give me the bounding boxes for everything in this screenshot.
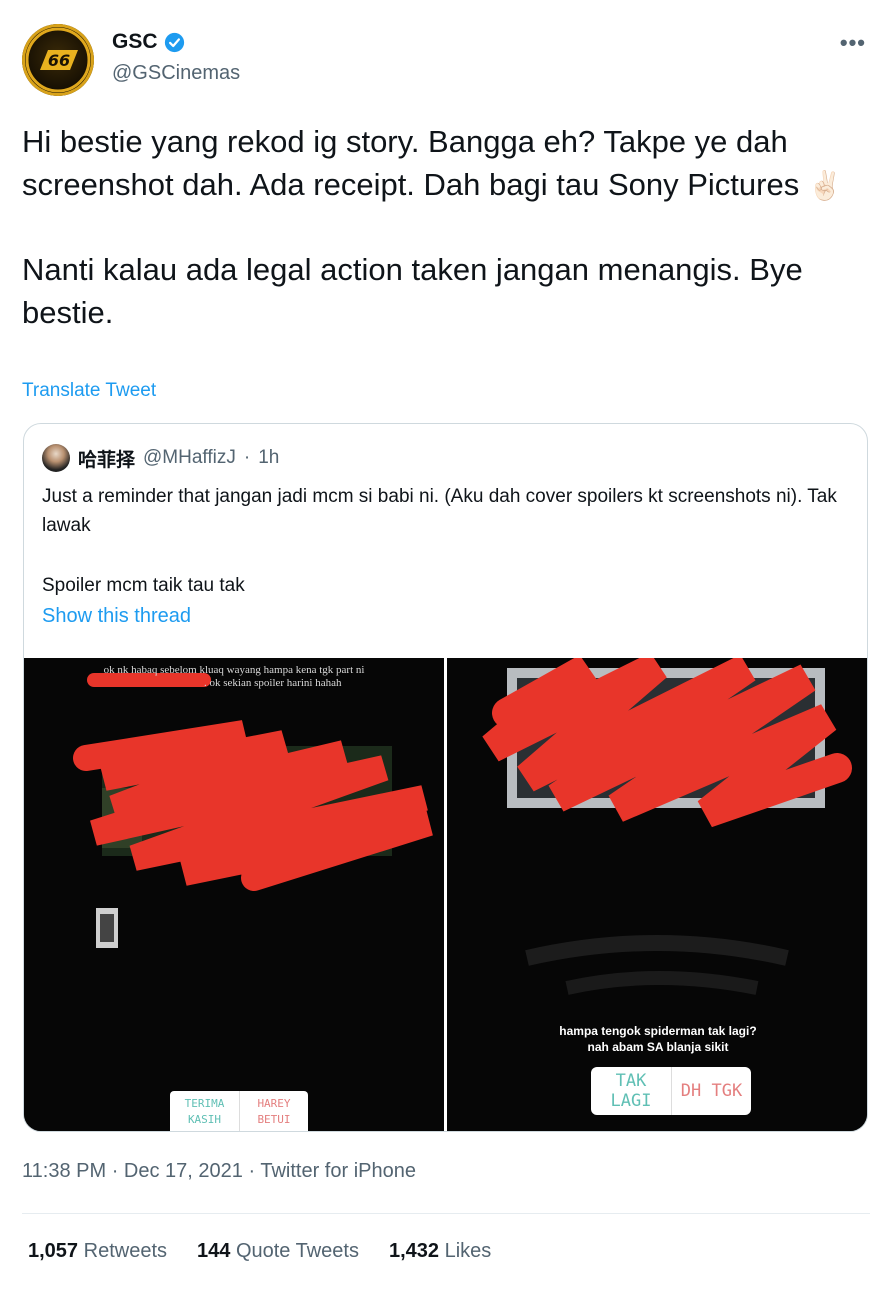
tweet-paragraph: Hi bestie yang rekod ig story. Bangga eh… <box>22 124 843 202</box>
author-handle[interactable]: @GSCinemas <box>112 62 240 85</box>
quoted-time[interactable]: 1h <box>258 447 279 469</box>
story-poll-sticker: TERIMA KASIH HAREY BETUI <box>170 1091 308 1131</box>
victory-hand-emoji-icon: ✌🏻 <box>807 170 843 201</box>
quoted-paragraph: Spoiler mcm taik tau tak <box>42 575 245 596</box>
image-caption-line: ok nk habaq sebelom kluaq wayang hampa k… <box>103 664 365 676</box>
gsc-logo-icon: 66 <box>25 27 91 93</box>
poll-option-2: HAREY BETUI <box>257 1097 291 1126</box>
quoted-author-handle[interactable]: @MHaffizJ <box>143 447 236 469</box>
author-avatar[interactable]: 66 <box>22 24 94 96</box>
quoted-tweet-text: Just a reminder that jangan jadi mcm si … <box>42 482 842 600</box>
more-options-icon[interactable]: ••• <box>840 30 866 56</box>
svg-text:66: 66 <box>48 51 70 70</box>
tweet-stats: 1,057 Retweets 144 Quote Tweets 1,432 Li… <box>28 1240 491 1263</box>
verified-badge-icon <box>164 32 184 52</box>
divider <box>22 1213 870 1214</box>
quoted-tweet-header: 哈菲择 @MHaffizJ · 1h <box>42 444 279 472</box>
translate-tweet-link[interactable]: Translate Tweet <box>22 380 156 402</box>
tweet-source[interactable]: Twitter for iPhone <box>260 1160 416 1182</box>
separator-dot: · <box>243 447 251 468</box>
separator-dot: · <box>111 1160 119 1182</box>
tweet-date[interactable]: Dec 17, 2021 <box>124 1160 243 1182</box>
quote-tweets-stat[interactable]: 144 Quote Tweets <box>197 1240 359 1263</box>
author-name-row[interactable]: GSC <box>112 30 185 54</box>
poll-option-2: DH TGK <box>680 1081 743 1101</box>
story-poll-sticker: TAK LAGI DH TGK <box>591 1067 751 1115</box>
tweet-text: Hi bestie yang rekod ig story. Bangga eh… <box>22 120 872 334</box>
quoted-tweet[interactable]: 哈菲择 @MHaffizJ · 1h Just a reminder that … <box>23 423 868 1132</box>
redacted-screenshot-left <box>24 658 444 1131</box>
show-thread-link[interactable]: Show this thread <box>42 605 191 628</box>
image-caption-line: hampa tengok spiderman tak lagi? <box>559 1024 757 1038</box>
image-caption-line: . ok sekian spoiler harini hahah <box>204 677 342 689</box>
quoted-image-right[interactable]: hampa tengok spiderman tak lagi? nah aba… <box>447 658 867 1131</box>
poll-option-1: TERIMA KASIH <box>184 1097 225 1126</box>
tweet-paragraph: Nanti kalau ada legal action taken janga… <box>22 252 803 330</box>
quoted-paragraph: Just a reminder that jangan jadi mcm si … <box>42 486 837 536</box>
tweet-timestamp: 11:38 PM · Dec 17, 2021 · Twitter for iP… <box>22 1160 416 1183</box>
quoted-author-name[interactable]: 哈菲择 <box>78 445 135 472</box>
redacted-screenshot-right <box>447 658 867 1131</box>
separator-dot: · <box>248 1160 256 1182</box>
quoted-author-avatar[interactable] <box>42 444 70 472</box>
quoted-image-left[interactable]: ok nk habaq sebelom kluaq wayang hampa k… <box>24 658 444 1131</box>
tweet-time[interactable]: 11:38 PM <box>22 1160 106 1182</box>
author-name[interactable]: GSC <box>112 30 158 54</box>
poll-option-1: TAK LAGI <box>610 1071 652 1111</box>
likes-stat[interactable]: 1,432 Likes <box>389 1240 491 1263</box>
retweets-stat[interactable]: 1,057 Retweets <box>28 1240 167 1263</box>
image-caption-line: nah abam SA blanja sikit <box>587 1040 729 1054</box>
